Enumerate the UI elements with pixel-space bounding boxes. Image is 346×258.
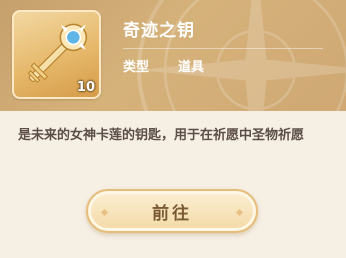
button-ornament-left-icon (100, 208, 109, 217)
header-divider (123, 48, 323, 49)
item-description: 是未来的女神卡莲的钥匙，用于在祈愿中圣物祈愿 (18, 128, 305, 143)
item-title: 奇迹之钥 (123, 21, 195, 41)
item-detail-card: 10 奇迹之钥 类型 道具 是未来的女神卡莲的钥匙，用于在祈愿中圣物祈愿 前往 (0, 0, 346, 258)
goto-button-label: 前往 (152, 203, 192, 224)
item-header: 10 奇迹之钥 类型 道具 (0, 0, 346, 111)
item-icon-frame: 10 (12, 10, 101, 99)
item-type-value: 道具 (178, 60, 205, 75)
item-type-row: 类型 道具 (123, 56, 204, 75)
item-type-label: 类型 (123, 60, 150, 75)
item-quantity: 10 (76, 80, 95, 95)
goto-button[interactable]: 前往 (86, 189, 258, 233)
button-ornament-right-icon (235, 208, 244, 217)
